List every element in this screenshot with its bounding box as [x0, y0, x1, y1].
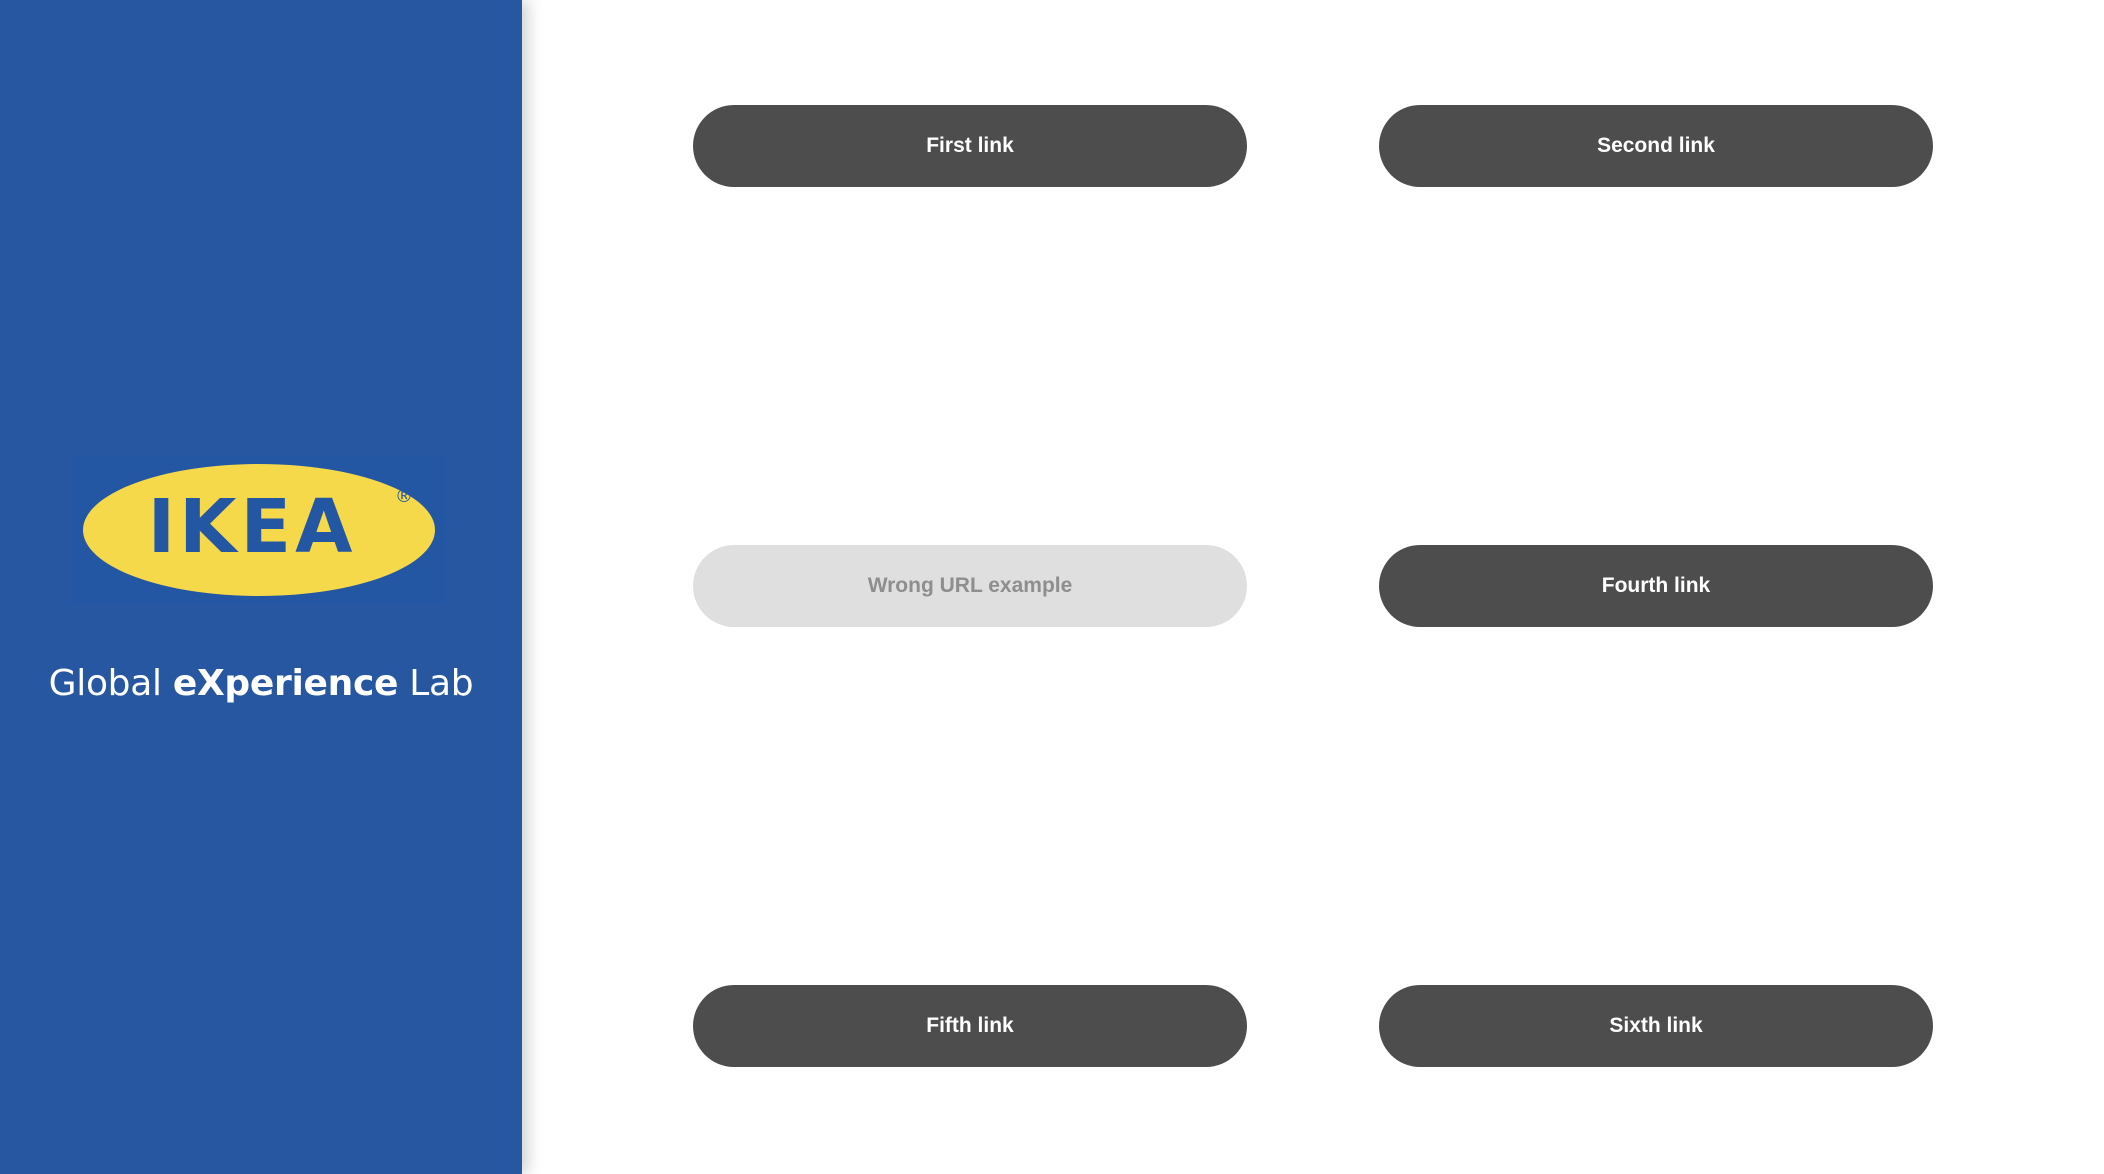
- fourth-link-button[interactable]: Fourth link: [1379, 545, 1933, 627]
- page: IKEA ® Global eXperience Lab First link …: [0, 0, 2104, 1174]
- lab-title: Global eXperience Lab: [0, 656, 522, 712]
- ikea-logo-icon: IKEA ®: [72, 456, 446, 604]
- wrong-url-example-button[interactable]: Wrong URL example: [693, 545, 1247, 627]
- sidebar: IKEA ® Global eXperience Lab: [0, 0, 522, 1174]
- lab-title-experience: eXperience: [172, 663, 399, 704]
- lab-title-global: Global: [48, 663, 173, 704]
- first-link-button[interactable]: First link: [693, 105, 1247, 187]
- ikea-logo-wordmark: IKEA: [148, 484, 357, 570]
- ikea-logo: IKEA ®: [72, 456, 446, 604]
- fifth-link-button[interactable]: Fifth link: [693, 985, 1247, 1067]
- lab-title-lab: Lab: [398, 663, 474, 704]
- second-link-button[interactable]: Second link: [1379, 105, 1933, 187]
- link-grid: First link Second link Wrong URL example…: [522, 0, 2104, 1174]
- registered-mark: ®: [395, 486, 413, 507]
- sixth-link-button[interactable]: Sixth link: [1379, 985, 1933, 1067]
